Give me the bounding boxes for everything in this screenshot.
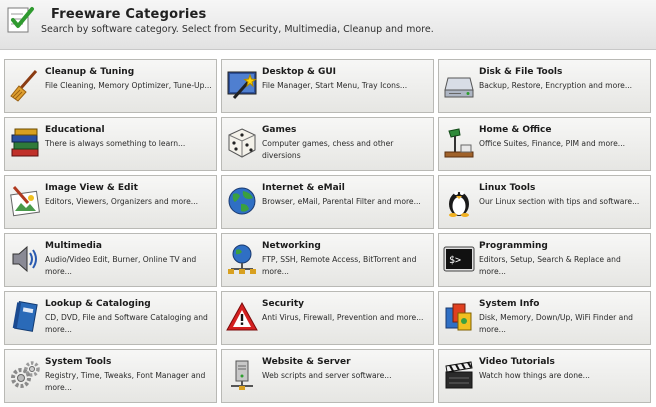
- hard-drive-icon: [444, 77, 474, 98]
- category-title: Image View & Edit: [45, 183, 138, 193]
- category-title: Educational: [45, 125, 105, 135]
- category-tile-system-tools[interactable]: System Tools Registry, Time, Tweaks, Fon…: [4, 349, 217, 403]
- category-tile-linux-tools[interactable]: Linux Tools Our Linux section with tips …: [438, 175, 651, 229]
- terminal-icon: $>: [443, 246, 475, 272]
- category-tile-home-office[interactable]: Home & Office Office Suites, Finance, PI…: [438, 117, 651, 171]
- category-tile-security[interactable]: Security Anti Virus, Firewall, Preventio…: [221, 291, 434, 345]
- category-tile-image-view-edit[interactable]: Image View & Edit Editors, Viewers, Orga…: [4, 175, 217, 229]
- category-description: Editors, Viewers, Organizers and more...: [45, 197, 198, 206]
- category-tile-networking[interactable]: Networking FTP, SSH, Remote Access, BitT…: [221, 233, 434, 287]
- category-title: Website & Server: [262, 357, 351, 367]
- category-title: Cleanup & Tuning: [45, 67, 135, 77]
- svg-text:$>: $>: [449, 255, 461, 266]
- category-description: File Cleaning, Memory Optimizer, Tune-Up…: [45, 81, 212, 90]
- category-title: Desktop & GUI: [262, 67, 337, 77]
- category-description: Anti Virus, Firewall, Prevention and mor…: [262, 313, 424, 322]
- category-tile-desktop-gui[interactable]: Desktop & GUI File Manager, Start Menu, …: [221, 59, 434, 113]
- category-grid: Cleanup & Tuning File Cleaning, Memory O…: [4, 59, 656, 407]
- system-info-icon: [445, 303, 472, 331]
- category-title: Linux Tools: [479, 183, 536, 193]
- category-description: Office Suites, Finance, PIM and more...: [479, 139, 626, 148]
- category-description: Disk, Memory, Down/Up, WiFi Finder and m…: [479, 313, 633, 334]
- page-title: Freeware Categories: [51, 7, 207, 22]
- category-description: File Manager, Start Menu, Tray Icons...: [262, 81, 408, 90]
- category-title: Programming: [479, 241, 548, 251]
- category-description: Backup, Restore, Encryption and more...: [479, 81, 633, 90]
- category-description: CD, DVD, File and Software Cataloging an…: [45, 313, 208, 334]
- server-icon: [231, 360, 253, 390]
- category-title: System Tools: [45, 357, 112, 367]
- category-description: Browser, eMail, Parental Filter and more…: [262, 197, 421, 206]
- category-description: Our Linux section with tips and software…: [479, 197, 640, 206]
- globe-icon: [228, 187, 256, 215]
- category-title: System Info: [479, 299, 540, 309]
- category-title: Video Tutorials: [479, 357, 555, 367]
- books-icon: [11, 128, 39, 157]
- page-header: Freeware Categories Search by software c…: [0, 0, 656, 50]
- category-tile-video-tutorials[interactable]: Video Tutorials Watch how things are don…: [438, 349, 651, 403]
- category-description: There is always something to learn...: [45, 139, 186, 148]
- category-description: Computer games, chess and other diversio…: [262, 139, 394, 160]
- category-tile-programming[interactable]: $> Programming Editors, Setup, Search & …: [438, 233, 651, 287]
- clapperboard-icon: [445, 361, 473, 389]
- category-description: Editors, Setup, Search & Replace and mor…: [479, 255, 621, 276]
- speaker-icon: [12, 245, 37, 273]
- dice-icon: [228, 128, 256, 158]
- gears-icon: [11, 361, 40, 388]
- category-title: Networking: [262, 241, 321, 251]
- category-description: Watch how things are done...: [479, 371, 590, 380]
- category-title: Lookup & Cataloging: [45, 299, 151, 309]
- category-description: Registry, Time, Tweaks, Font Manager and…: [45, 371, 206, 392]
- paint-brush-icon: [10, 186, 40, 217]
- notebook-icon: [12, 301, 38, 332]
- magic-wand-icon: [227, 71, 257, 99]
- category-title: Multimedia: [45, 241, 102, 251]
- category-title: Disk & File Tools: [479, 67, 563, 77]
- category-title: Games: [262, 125, 297, 135]
- category-tile-website-server[interactable]: Website & Server Web scripts and server …: [221, 349, 434, 403]
- category-title: Home & Office: [479, 125, 552, 135]
- category-tile-lookup-cataloging[interactable]: Lookup & Cataloging CD, DVD, File and So…: [4, 291, 217, 345]
- category-tile-educational[interactable]: Educational There is always something to…: [4, 117, 217, 171]
- penguin-icon: [449, 191, 469, 217]
- warning-icon: [226, 301, 258, 331]
- category-tile-system-info[interactable]: System Info Disk, Memory, Down/Up, WiFi …: [438, 291, 651, 345]
- desk-lamp-icon: [444, 128, 474, 158]
- category-tile-internet-email[interactable]: Internet & eMail Browser, eMail, Parenta…: [221, 175, 434, 229]
- category-title: Security: [262, 299, 305, 309]
- category-title: Internet & eMail: [262, 183, 345, 193]
- category-tile-multimedia[interactable]: Multimedia Audio/Video Edit, Burner, Onl…: [4, 233, 217, 287]
- broom-icon: [10, 70, 38, 102]
- category-tile-games[interactable]: Games Computer games, chess and other di…: [221, 117, 434, 171]
- checklist-icon: [7, 7, 34, 33]
- network-icon: [228, 244, 256, 274]
- category-description: FTP, SSH, Remote Access, BitTorrent and …: [262, 255, 417, 276]
- category-tile-disk-file-tools[interactable]: Disk & File Tools Backup, Restore, Encry…: [438, 59, 651, 113]
- category-description: Web scripts and server software...: [262, 371, 392, 380]
- category-tile-cleanup-tuning[interactable]: Cleanup & Tuning File Cleaning, Memory O…: [4, 59, 217, 113]
- category-description: Audio/Video Edit, Burner, Online TV and …: [45, 255, 197, 276]
- page-subtitle: Search by software category. Select from…: [41, 24, 434, 35]
